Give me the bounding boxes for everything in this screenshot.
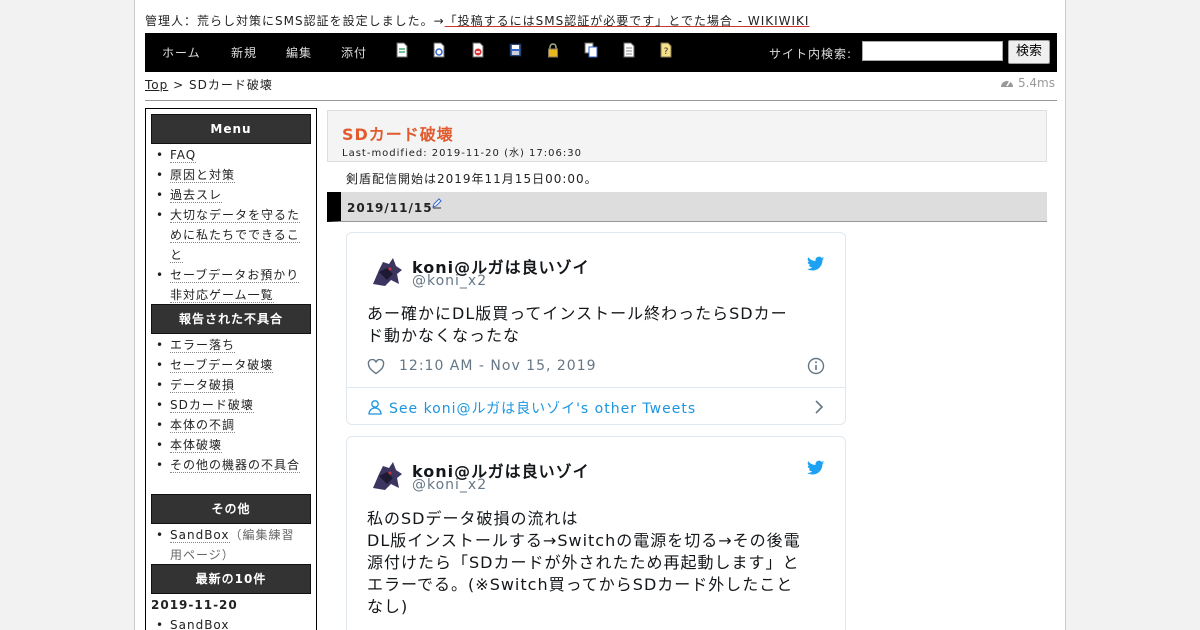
speedometer-icon xyxy=(1001,80,1014,87)
list-item: SandBox xyxy=(156,615,306,630)
help-icon[interactable]: ? xyxy=(659,42,673,58)
page: 管理人：荒らし対策にSMS認証を設定しました。→「投稿するにはSMS認証が必要で… xyxy=(134,0,1066,630)
sidebar-item-console-issue[interactable]: 本体の不調 xyxy=(170,418,236,433)
avatar xyxy=(367,456,405,494)
chevron-right-icon[interactable] xyxy=(813,400,825,414)
tweet-author-handle[interactable]: @koni_x2 xyxy=(412,273,487,289)
list-item: 過去スレ xyxy=(156,185,306,205)
breadcrumb-top[interactable]: Top xyxy=(145,78,168,92)
nav-home[interactable]: ホーム xyxy=(162,44,201,61)
heart-icon[interactable] xyxy=(367,359,385,375)
list-item: FAQ xyxy=(156,145,306,165)
twitter-bird-icon[interactable] xyxy=(807,256,825,272)
list-item: 本体破壊 xyxy=(156,435,306,455)
list-item: セーブデータ破壊 xyxy=(156,355,306,375)
sidebar-item-unsupported-games[interactable]: セーブデータお預かり非対応ゲーム一覧 xyxy=(170,268,300,303)
timing-value: 5.4ms xyxy=(1017,76,1055,90)
notice-text: 管理人：荒らし対策にSMS認証を設定しました。→ xyxy=(145,14,445,28)
last-modified: Last-modified: 2019-11-20 (水) 17:06:30 xyxy=(342,148,582,159)
tweet-divider xyxy=(347,387,845,388)
search-button[interactable]: 検索 xyxy=(1008,40,1050,64)
tweet-card: koni@ルガは良いゾイ @koni_x2 私のSDデータ破損の流れは DL版イ… xyxy=(346,436,846,630)
sidebar-menu-title: Menu xyxy=(151,114,311,144)
tweet-line: ド動かなくなったな xyxy=(367,326,521,345)
page-title: SDカード破壊 xyxy=(342,125,454,144)
sidebar-recent-title: 最新の10件 xyxy=(151,564,311,594)
svg-text:?: ? xyxy=(664,47,669,57)
intro-text: 剣盾配信開始は2019年11月15日00:00。 xyxy=(346,172,598,186)
navbar: ホーム 新規 編集 添付 ? サイト内検索: 検索 xyxy=(145,33,1057,72)
tweet-author-handle[interactable]: @koni_x2 xyxy=(412,477,487,493)
twitter-bird-icon[interactable] xyxy=(807,460,825,476)
sidebar-item-faq[interactable]: FAQ xyxy=(170,148,197,163)
list-item: 原因と対策 xyxy=(156,165,306,185)
sidebar-item-data-damage[interactable]: データ破損 xyxy=(170,378,236,393)
search-input[interactable] xyxy=(862,41,1003,61)
sidebar-other-title: その他 xyxy=(151,494,311,524)
tweet-line: あー確かにDL版買ってインストール終わったらSDカー xyxy=(367,304,788,323)
nav-new[interactable]: 新規 xyxy=(231,44,257,61)
tweet-timestamp[interactable]: 12:10 AM - Nov 15, 2019 xyxy=(399,358,597,374)
list-item: 大切なデータを守るために私たちでできること xyxy=(156,205,306,265)
page-icon[interactable] xyxy=(395,42,409,58)
person-icon xyxy=(368,400,382,415)
tweet-text: あー確かにDL版買ってインストール終わったらSDカー ド動かなくなったな xyxy=(367,303,827,347)
recent-date: 2019-11-20 xyxy=(151,598,238,612)
lock-icon[interactable] xyxy=(546,42,560,58)
sidebar-item-other-devices[interactable]: その他の機器の不具合 xyxy=(170,458,301,473)
copy-icon[interactable] xyxy=(584,42,598,58)
breadcrumb-separator: > xyxy=(173,78,185,92)
see-other-tweets-link[interactable]: See koni@ルガは良いゾイ's other Tweets xyxy=(389,398,696,418)
sidebar-item-protect-data[interactable]: 大切なデータを守るために私たちでできること xyxy=(170,208,301,263)
reload-icon[interactable] xyxy=(432,42,446,58)
section-title: 2019/11/15 xyxy=(347,201,433,215)
header-divider xyxy=(145,100,1057,101)
diff-icon[interactable] xyxy=(471,42,485,58)
list-item: その他の機器の不具合 xyxy=(156,455,306,475)
breadcrumb: Top > SDカード破壊 xyxy=(145,76,273,93)
breadcrumb-current: SDカード破壊 xyxy=(188,78,273,92)
tweet-line: エラーでる。(※Switch買ってからSDカード外したこと xyxy=(367,575,794,594)
list-item: SandBox（編集練習用ページ） xyxy=(156,525,306,565)
render-timing: 5.4ms xyxy=(1000,76,1055,90)
recent-item-sandbox[interactable]: SandBox xyxy=(170,618,230,630)
search-label: サイト内検索: xyxy=(769,47,853,61)
tweet-line: DL版インストールする→Switchの電源を切る→その後電 xyxy=(367,531,801,550)
sidebar-item-save-corruption[interactable]: セーブデータ破壊 xyxy=(170,358,274,373)
info-icon[interactable] xyxy=(807,357,825,375)
section-heading: 2019/11/15 xyxy=(327,192,1047,222)
sidebar-recent-list: SandBox xyxy=(156,615,306,630)
notice-link[interactable]: 「投稿するにはSMS認証が必要です」とでた場合 - WIKIWIKI xyxy=(445,14,810,28)
tweet-line: 源付けたら「SDカードが外されたため再起動します」と xyxy=(367,553,800,572)
list-icon[interactable] xyxy=(622,42,636,58)
tweet-line: 私のSDデータ破損の流れは xyxy=(367,509,579,528)
sidebar-item-sd-card[interactable]: SDカード破壊 xyxy=(170,398,254,413)
sidebar: Menu FAQ 原因と対策 過去スレ 大切なデータを守るために私たちでできるこ… xyxy=(145,108,317,630)
tweet-text: 私のSDデータ破損の流れは DL版インストールする→Switchの電源を切る→そ… xyxy=(367,508,827,618)
sidebar-item-causes[interactable]: 原因と対策 xyxy=(170,168,236,183)
sidebar-item-past-threads[interactable]: 過去スレ xyxy=(170,188,223,203)
title-box: SDカード破壊 Last-modified: 2019-11-20 (水) 17… xyxy=(327,110,1047,162)
sidebar-item-console-broken[interactable]: 本体破壊 xyxy=(170,438,223,453)
list-item: データ破損 xyxy=(156,375,306,395)
edit-pencil-icon[interactable] xyxy=(431,197,443,209)
tweet-line: なし) xyxy=(367,597,409,616)
admin-notice: 管理人：荒らし対策にSMS認証を設定しました。→「投稿するにはSMS認証が必要で… xyxy=(145,12,809,29)
save-icon[interactable] xyxy=(508,42,522,58)
sidebar-issues-title: 報告された不具合 xyxy=(151,304,311,334)
sidebar-item-crash[interactable]: エラー落ち xyxy=(170,338,236,353)
tweet-card: koni@ルガは良いゾイ @koni_x2 あー確かにDL版買ってインストール終… xyxy=(346,232,846,425)
sidebar-issues-list: エラー落ち セーブデータ破壊 データ破損 SDカード破壊 本体の不調 本体破壊 … xyxy=(156,335,306,475)
nav-edit[interactable]: 編集 xyxy=(286,44,312,61)
list-item: 本体の不調 xyxy=(156,415,306,435)
list-item: セーブデータお預かり非対応ゲーム一覧 xyxy=(156,265,306,305)
sidebar-item-sandbox[interactable]: SandBox xyxy=(170,528,230,543)
sidebar-other-list: SandBox（編集練習用ページ） xyxy=(156,525,306,565)
sidebar-menu-list: FAQ 原因と対策 過去スレ 大切なデータを守るために私たちでできること セーブ… xyxy=(156,145,306,305)
list-item: SDカード破壊 xyxy=(156,395,306,415)
nav-attach[interactable]: 添付 xyxy=(341,44,367,61)
avatar xyxy=(367,252,405,290)
list-item: エラー落ち xyxy=(156,335,306,355)
